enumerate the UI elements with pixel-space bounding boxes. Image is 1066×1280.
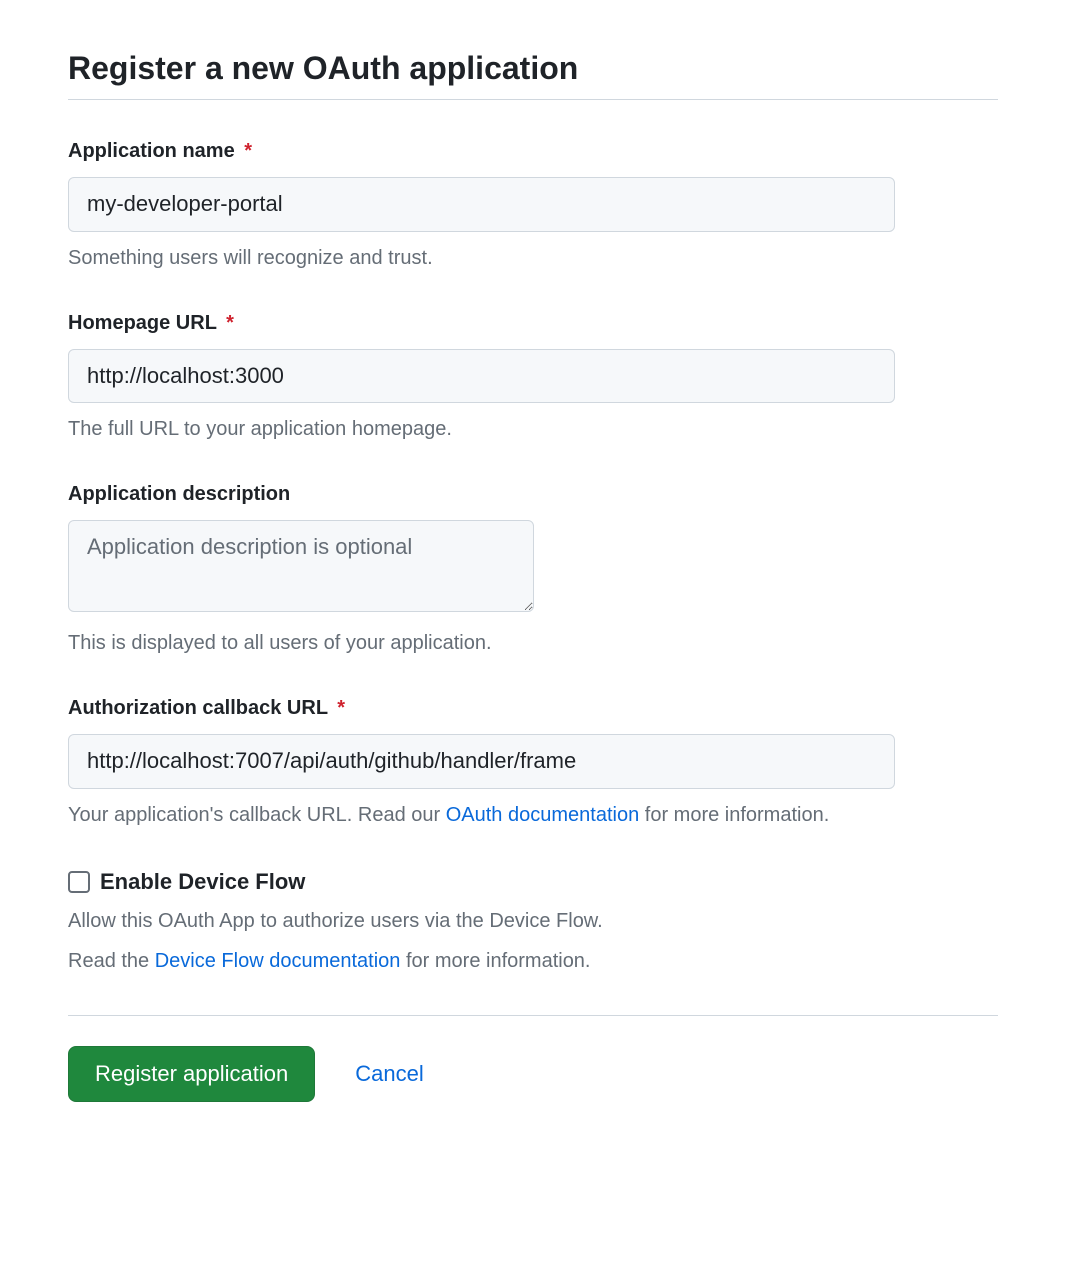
required-asterisk: * — [337, 697, 345, 719]
form-group-app-description: Application description This is displaye… — [68, 483, 998, 657]
form-group-homepage-url: Homepage URL * The full URL to your appl… — [68, 312, 998, 444]
page-title: Register a new OAuth application — [68, 50, 998, 100]
callback-url-help: Your application's callback URL. Read ou… — [68, 801, 998, 829]
app-description-textarea[interactable] — [68, 520, 534, 612]
register-application-button[interactable]: Register application — [68, 1046, 315, 1102]
device-flow-checkbox[interactable] — [68, 871, 90, 893]
app-description-help: This is displayed to all users of your a… — [68, 629, 998, 657]
homepage-url-input[interactable] — [68, 349, 895, 404]
form-group-app-name: Application name * Something users will … — [68, 140, 998, 272]
homepage-url-label: Homepage URL * — [68, 312, 998, 335]
callback-url-input[interactable] — [68, 734, 895, 789]
device-flow-help-1: Allow this OAuth App to authorize users … — [68, 907, 998, 935]
app-name-help: Something users will recognize and trust… — [68, 244, 998, 272]
cancel-button[interactable]: Cancel — [355, 1061, 423, 1087]
device-flow-documentation-link[interactable]: Device Flow documentation — [155, 950, 401, 972]
homepage-url-help: The full URL to your application homepag… — [68, 415, 998, 443]
device-flow-help-2: Read the Device Flow documentation for m… — [68, 947, 998, 975]
form-group-device-flow: Enable Device Flow Allow this OAuth App … — [68, 869, 998, 975]
form-group-callback-url: Authorization callback URL * Your applic… — [68, 697, 998, 829]
device-flow-label: Enable Device Flow — [100, 869, 305, 895]
app-name-label: Application name * — [68, 140, 998, 163]
callback-url-label: Authorization callback URL * — [68, 697, 998, 720]
required-asterisk: * — [226, 312, 234, 334]
oauth-documentation-link[interactable]: OAuth documentation — [446, 804, 639, 826]
app-name-input[interactable] — [68, 177, 895, 232]
button-row: Register application Cancel — [68, 1046, 998, 1102]
required-asterisk: * — [244, 140, 252, 162]
app-description-label: Application description — [68, 483, 998, 506]
divider — [68, 1015, 998, 1016]
